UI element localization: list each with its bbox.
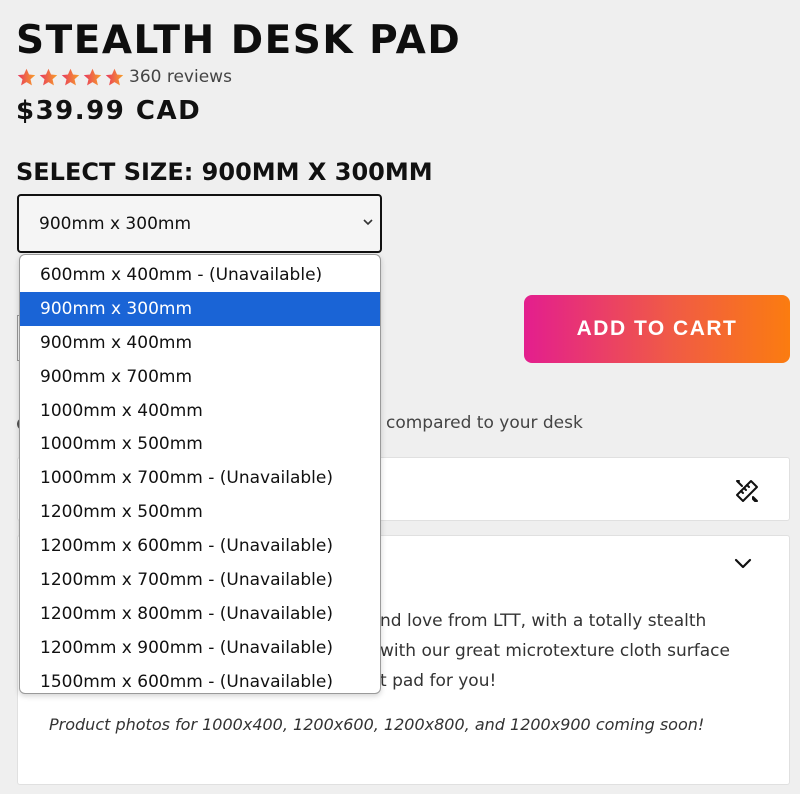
- size-option[interactable]: 1200mm x 700mm - (Unavailable): [20, 563, 380, 597]
- size-option[interactable]: 1500mm x 600mm - (Unavailable): [20, 665, 380, 693]
- rating-stars: [16, 67, 125, 88]
- star-icon: [17, 68, 36, 85]
- chevron-down-icon[interactable]: [733, 556, 753, 570]
- photo-note: Product photos for 1000x400, 1200x600, 1…: [49, 715, 705, 734]
- size-option[interactable]: 600mm x 400mm - (Unavailable): [20, 258, 380, 292]
- ruler-pencil-icon[interactable]: [733, 477, 761, 505]
- size-option[interactable]: 1000mm x 500mm: [20, 427, 380, 461]
- size-option[interactable]: 1200mm x 500mm: [20, 495, 380, 529]
- star-icon: [39, 68, 58, 85]
- size-option[interactable]: 1200mm x 900mm - (Unavailable): [20, 631, 380, 665]
- add-to-cart-button[interactable]: ADD TO CART: [524, 295, 790, 363]
- rating[interactable]: 360 reviews: [16, 66, 232, 88]
- size-option[interactable]: 1000mm x 400mm: [20, 394, 380, 428]
- size-select-value: 900mm x 300mm: [39, 213, 192, 234]
- star-icon: [61, 68, 80, 85]
- compare-link[interactable]: compared to your desk: [386, 412, 583, 434]
- description-text: nd love from LTT, with a totally stealth: [380, 611, 707, 631]
- size-option[interactable]: 1200mm x 600mm - (Unavailable): [20, 529, 380, 563]
- product-price: $39.99 CAD: [16, 96, 202, 126]
- star-icon: [105, 68, 124, 85]
- size-option[interactable]: 900mm x 400mm: [20, 326, 380, 360]
- size-select[interactable]: 900mm x 300mm: [17, 194, 382, 253]
- chevron-down-icon: [363, 219, 373, 226]
- size-option[interactable]: 1200mm x 800mm - (Unavailable): [20, 597, 380, 631]
- size-option[interactable]: 1000mm x 700mm - (Unavailable): [20, 461, 380, 495]
- size-label: SELECT SIZE: 900MM X 300MM: [16, 158, 433, 186]
- product-title: STEALTH DESK PAD: [16, 18, 462, 63]
- star-icon: [83, 68, 102, 85]
- size-option[interactable]: 900mm x 700mm: [20, 360, 380, 394]
- description-text: with our great microtexture cloth surfac…: [380, 641, 730, 661]
- description-text: t pad for you!: [380, 671, 497, 691]
- reviews-count[interactable]: 360 reviews: [129, 67, 232, 87]
- size-option[interactable]: 900mm x 300mm: [20, 291, 380, 326]
- size-dropdown-list[interactable]: 600mm x 400mm - (Unavailable) 900mm x 300…: [19, 254, 381, 694]
